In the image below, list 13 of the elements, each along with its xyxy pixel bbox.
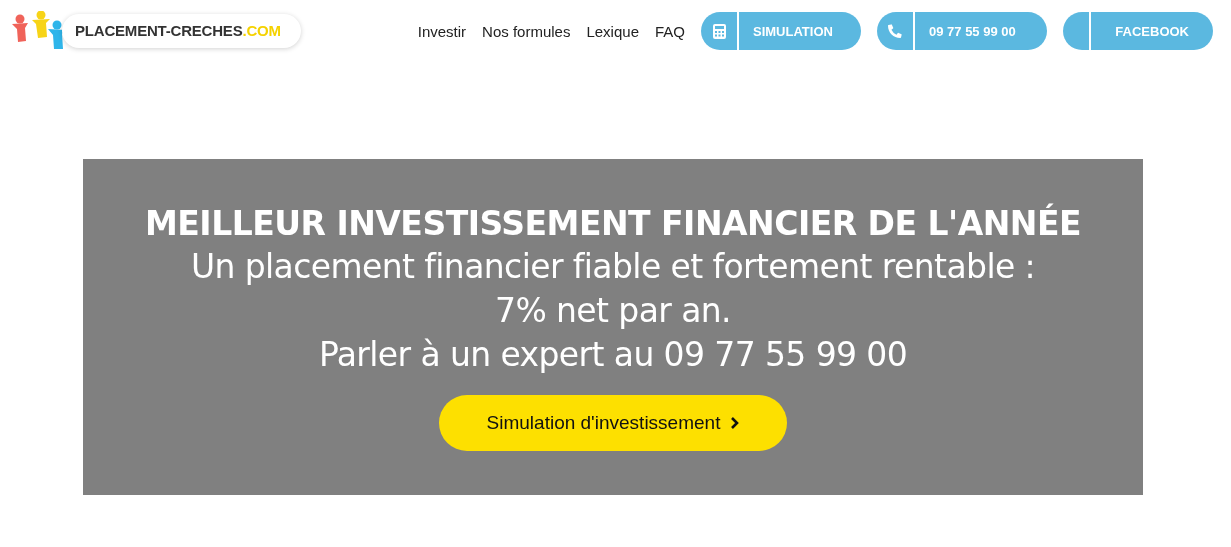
nav-link[interactable]: Nos formules (482, 22, 571, 40)
calculator-icon (712, 23, 726, 39)
site-logo[interactable]: PLACEMENT-CRECHES.COM (62, 14, 301, 48)
nav-link[interactable]: FAQ (655, 22, 685, 40)
simulation-button[interactable]: Simulation d'investissement (439, 395, 787, 451)
nav-link[interactable]: Investir (417, 22, 467, 40)
phone-icon (888, 24, 902, 38)
hero-text: 7% net par an. (494, 290, 732, 332)
hero-title: MEILLEUR INVESTISSEMENT FINANCIER DE L'ANNÉE (144, 203, 1082, 245)
hero-text: Un placement financier fiable et fortement rentable : (189, 246, 1037, 288)
hero-text: Parler à un expert au 09 77 55 99 00 (317, 334, 909, 376)
chevron-icon (730, 417, 740, 429)
nav-link[interactable]: Lexique (586, 22, 639, 40)
